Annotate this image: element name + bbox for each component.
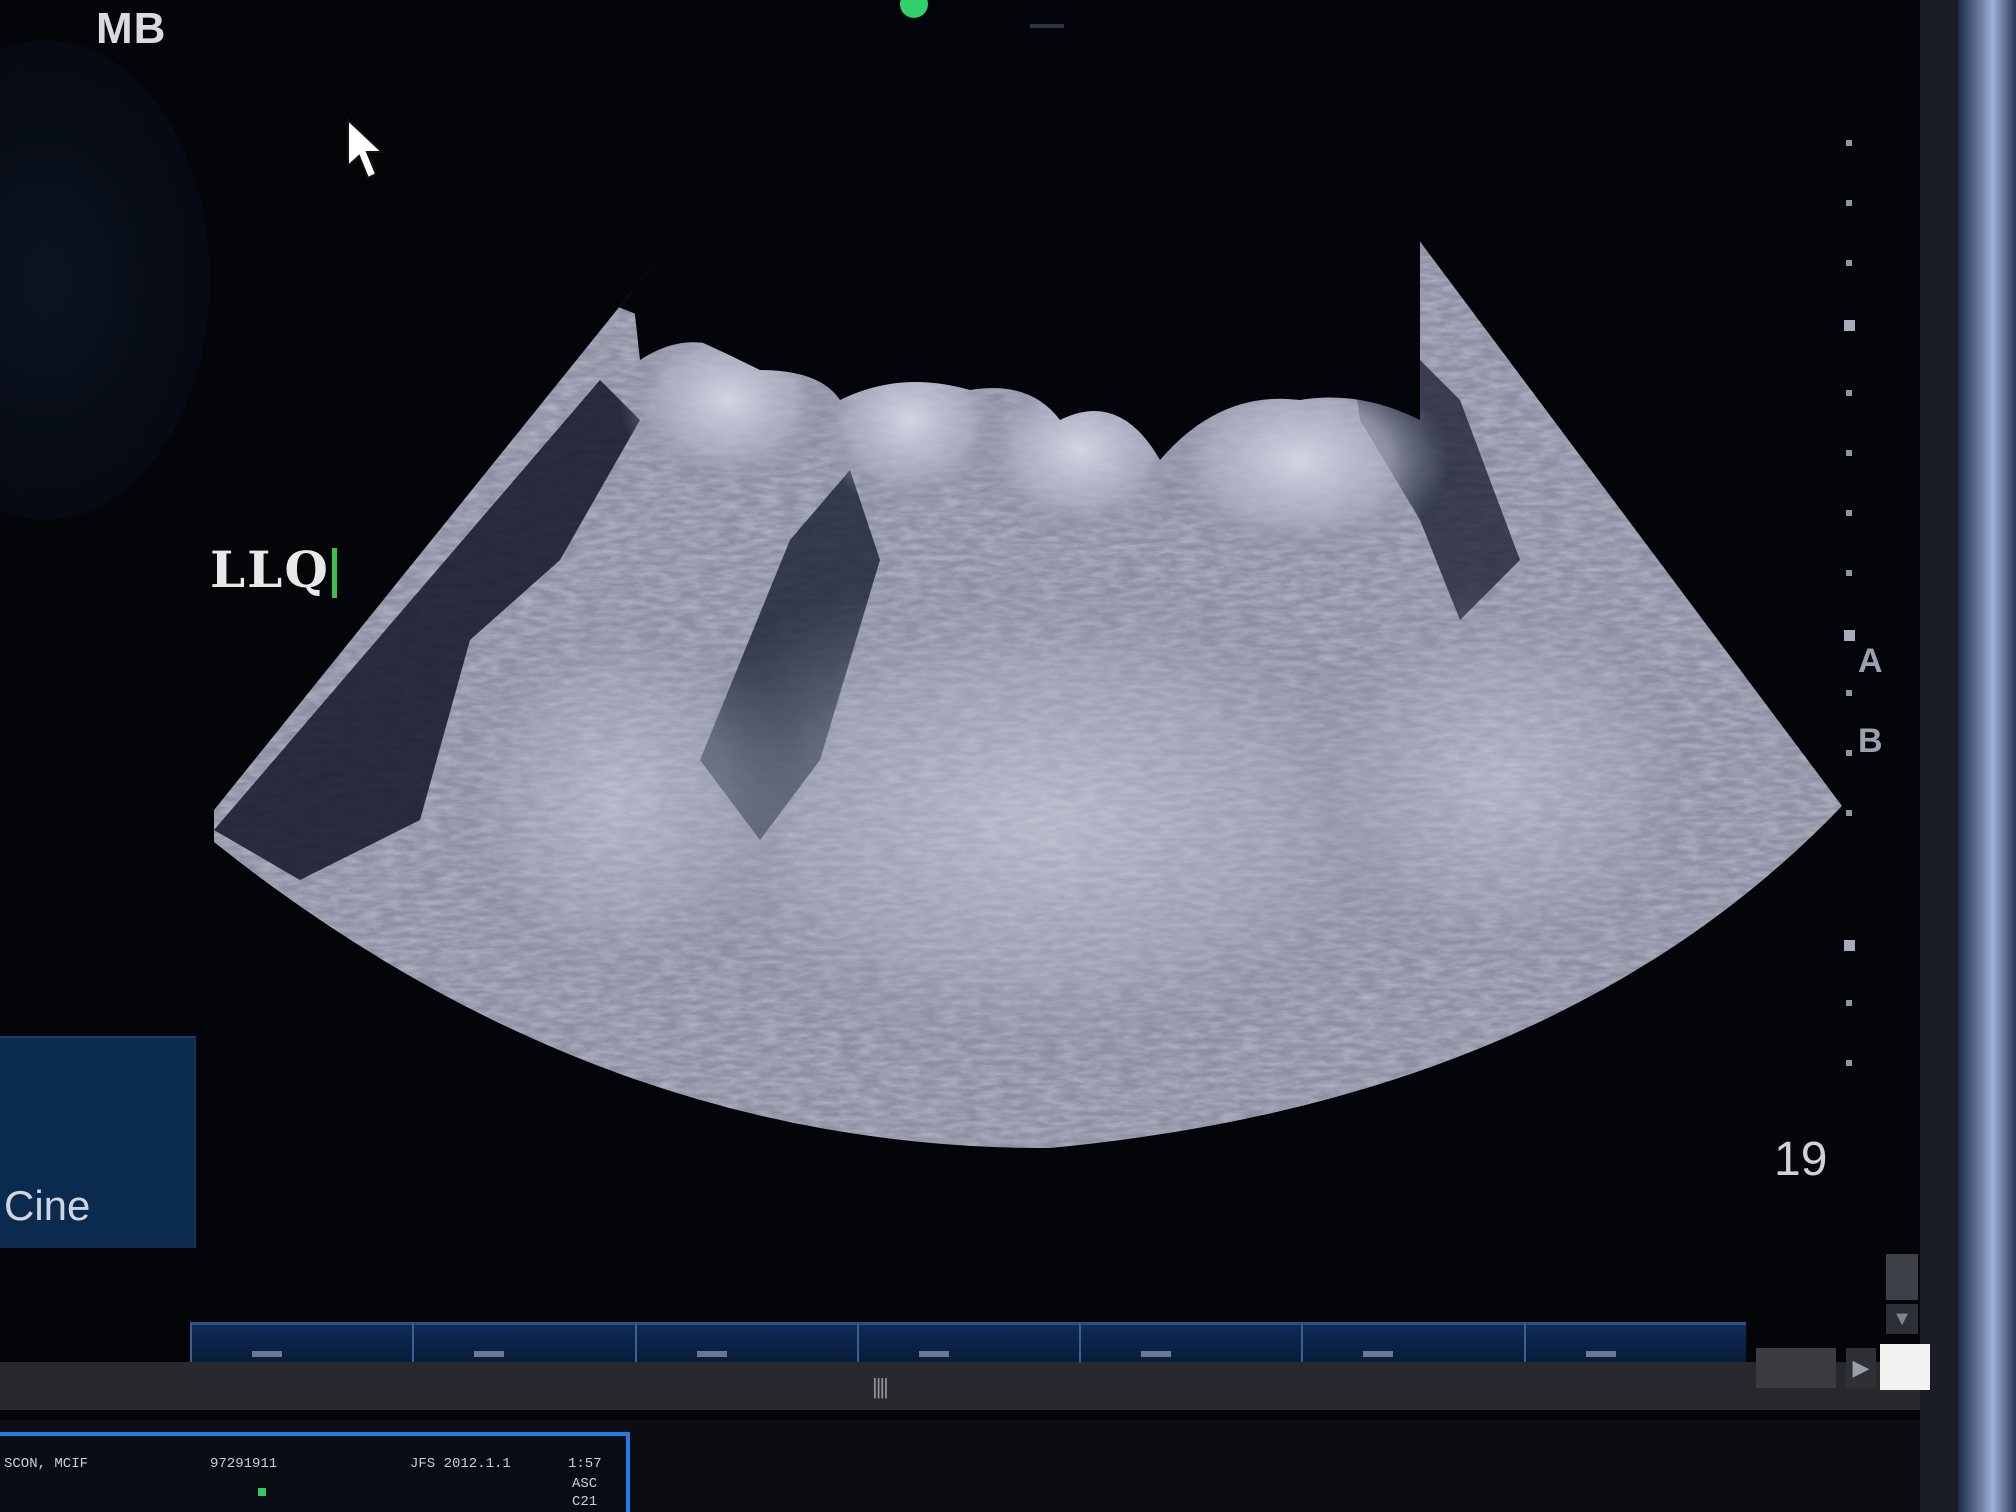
window-edge-strip xyxy=(1920,0,1958,1512)
depth-tick xyxy=(1846,140,1852,146)
taskbar-text: JFS 2012.1.1 xyxy=(410,1456,511,1472)
white-indicator-block xyxy=(1880,1344,1930,1390)
depth-scale xyxy=(1840,110,1860,1110)
side-letter-a: A xyxy=(1858,642,1883,680)
taskbar-window-item[interactable] xyxy=(0,1432,630,1512)
softkey-tab-4[interactable] xyxy=(856,1322,1080,1364)
depth-major-tick xyxy=(1844,630,1855,641)
softkey-tab-7[interactable] xyxy=(1523,1322,1746,1364)
resize-handle-icon[interactable]: |||| xyxy=(872,1374,889,1400)
taskbar-text: ASC xyxy=(572,1476,598,1492)
depth-tick xyxy=(1846,200,1852,206)
ultrasound-screen: MB LLQ 19 A B Cine |||| ▶ ▼ SCON, MCIF 9… xyxy=(0,0,2016,1512)
text-cursor-caret xyxy=(332,548,337,598)
annotation-text[interactable]: LLQ xyxy=(210,540,330,599)
scroll-down-arrow-icon[interactable]: ▼ xyxy=(1886,1304,1918,1334)
frame-number: 19 xyxy=(1774,1133,1828,1186)
ultrasound-sector-image xyxy=(214,0,1842,1149)
depth-tick xyxy=(1846,1060,1852,1066)
scrollbar-thumb[interactable] xyxy=(1886,1254,1918,1300)
depth-tick xyxy=(1846,570,1852,576)
softkey-tab-1[interactable] xyxy=(190,1322,413,1364)
taskbar-status-dot xyxy=(258,1488,266,1496)
softkey-label-mark xyxy=(252,1351,282,1357)
depth-tick xyxy=(1846,390,1852,396)
depth-major-tick xyxy=(1844,940,1855,951)
side-letter-b: B xyxy=(1858,722,1883,760)
top-indicator xyxy=(1030,24,1064,28)
cine-label[interactable]: Cine xyxy=(4,1182,90,1230)
taskbar-text: 97291911 xyxy=(210,1456,278,1472)
softkey-label-mark xyxy=(918,1351,949,1357)
softkey-tab-2[interactable] xyxy=(412,1322,635,1364)
softkey-label-mark xyxy=(696,1351,727,1357)
taskbar-text: C21 xyxy=(572,1494,598,1510)
softkey-label-mark xyxy=(1585,1351,1616,1357)
depth-major-tick xyxy=(1844,320,1855,331)
monitor-bezel xyxy=(1958,0,2016,1512)
depth-tick xyxy=(1846,260,1852,266)
play-arrow-icon[interactable]: ▶ xyxy=(1846,1348,1876,1388)
mouse-cursor-icon xyxy=(347,118,385,180)
depth-tick xyxy=(1846,510,1852,516)
status-bar xyxy=(0,1362,1920,1410)
softkey-label-mark xyxy=(1363,1351,1394,1357)
taskbar-text: SCON, MCIF xyxy=(4,1456,89,1472)
softkey-tab-bar xyxy=(190,1322,1746,1364)
depth-tick xyxy=(1846,690,1852,696)
mode-label: MB xyxy=(96,4,167,53)
softkey-tab-6[interactable] xyxy=(1301,1322,1524,1364)
depth-tick xyxy=(1846,810,1852,816)
taskbar-text: 1:57 xyxy=(568,1456,602,1472)
softkey-label-mark xyxy=(1141,1351,1172,1357)
depth-tick xyxy=(1846,450,1852,456)
softkey-label-mark xyxy=(474,1351,505,1357)
softkey-tab-5[interactable] xyxy=(1079,1322,1302,1364)
status-box xyxy=(1756,1348,1836,1388)
softkey-tab-3[interactable] xyxy=(634,1322,857,1364)
depth-tick xyxy=(1846,750,1852,756)
depth-tick xyxy=(1846,1000,1852,1006)
